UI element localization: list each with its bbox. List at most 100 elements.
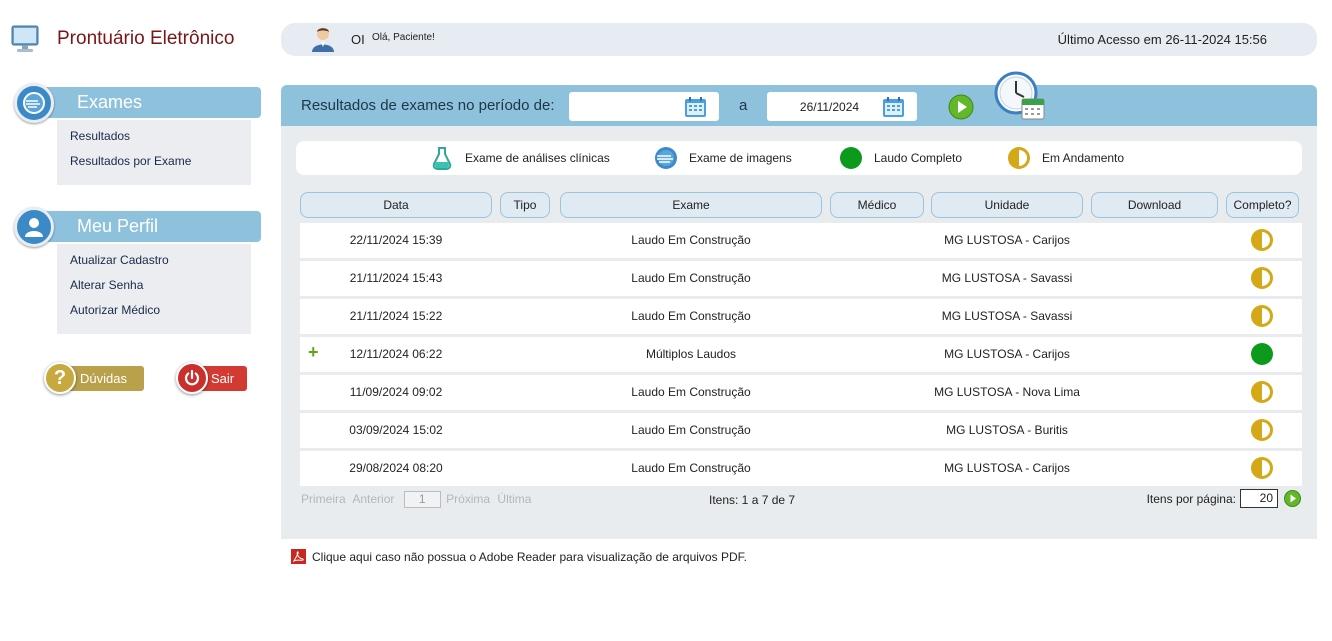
column-header-exame[interactable]: Exame bbox=[560, 192, 822, 218]
results-table-body: 22/11/2024 15:39 Laudo Em Construção MG … bbox=[300, 223, 1302, 489]
pager-first[interactable]: Primeira bbox=[301, 492, 346, 506]
pager-prev[interactable]: Anterior bbox=[352, 492, 394, 506]
period-label: Resultados de exames no período de: bbox=[301, 97, 555, 114]
row-date: 29/08/2024 08:20 bbox=[349, 461, 443, 475]
row-unit: MG LUSTOSA - Nova Lima bbox=[934, 385, 1080, 399]
menu-item-atualizar-cadastro[interactable]: Atualizar Cadastro bbox=[57, 250, 251, 275]
column-header-unidade[interactable]: Unidade bbox=[931, 192, 1083, 218]
legend-lab: Exame de análises clínicas bbox=[430, 141, 610, 175]
period-filter-bar: Resultados de exames no período de: a 26… bbox=[281, 71, 1317, 126]
table-row[interactable]: 11/09/2024 09:02 Laudo Em Construção MG … bbox=[300, 375, 1302, 410]
flask-icon bbox=[432, 147, 452, 170]
status-complete-icon bbox=[1251, 343, 1273, 365]
row-exam[interactable]: Múltiplos Laudos bbox=[560, 337, 822, 372]
menu-panel-perfil: Atualizar Cadastro Alterar Senha Autoriz… bbox=[57, 244, 251, 334]
row-date: 11/09/2024 09:02 bbox=[349, 385, 443, 399]
per-page-apply-button[interactable] bbox=[1284, 490, 1301, 507]
status-in-progress-icon bbox=[1251, 305, 1273, 327]
row-date: 21/11/2024 15:43 bbox=[349, 271, 443, 285]
status-in-progress-icon bbox=[1251, 229, 1273, 251]
row-exam[interactable]: Laudo Em Construção bbox=[560, 413, 822, 448]
clock-calendar-icon bbox=[994, 71, 1045, 120]
row-exam[interactable]: Laudo Em Construção bbox=[560, 299, 822, 334]
pdf-reader-notice[interactable]: Clique aqui caso não possua o Adobe Read… bbox=[291, 549, 747, 564]
legend-bar: Exame de análises clínicas Exame de imag… bbox=[296, 141, 1302, 175]
calendar-icon[interactable] bbox=[684, 96, 707, 118]
menu-item-resultados-por-exame[interactable]: Resultados por Exame bbox=[57, 151, 251, 176]
status-complete-icon bbox=[840, 147, 862, 169]
row-date: 21/11/2024 15:22 bbox=[349, 309, 443, 323]
legend-imaging-label: Exame de imagens bbox=[689, 151, 792, 165]
table-row[interactable]: 22/11/2024 15:39 Laudo Em Construção MG … bbox=[300, 223, 1302, 258]
calendar-icon[interactable] bbox=[882, 96, 905, 118]
status-in-progress-icon bbox=[1251, 457, 1273, 479]
status-in-progress-icon bbox=[1008, 147, 1030, 169]
power-icon bbox=[176, 362, 208, 394]
menu-item-alterar-senha[interactable]: Alterar Senha bbox=[57, 275, 251, 300]
exit-button[interactable]: Sair bbox=[176, 362, 248, 394]
column-header-download[interactable]: Download bbox=[1091, 192, 1218, 218]
monitor-icon bbox=[11, 25, 39, 52]
question-icon: ? bbox=[44, 362, 76, 394]
table-row[interactable]: 21/11/2024 15:22 Laudo Em Construção MG … bbox=[300, 299, 1302, 334]
row-unit: MG LUSTOSA - Carijos bbox=[944, 233, 1070, 247]
table-row[interactable]: + 12/11/2024 06:22 Múltiplos Laudos MG L… bbox=[300, 337, 1302, 372]
pdf-icon bbox=[291, 549, 306, 564]
row-unit: MG LUSTOSA - Carijos bbox=[944, 347, 1070, 361]
row-date: 03/09/2024 15:02 bbox=[349, 423, 443, 437]
last-access-label: Último Acesso em 26-11-2024 15:56 bbox=[1057, 32, 1267, 47]
table-row[interactable]: 29/08/2024 08:20 Laudo Em Construção MG … bbox=[300, 451, 1302, 486]
column-header-medico[interactable]: Médico bbox=[830, 192, 924, 218]
legend-complete: Laudo Completo bbox=[839, 141, 962, 175]
per-page-label: Itens por página: bbox=[1146, 491, 1236, 506]
column-header-tipo[interactable]: Tipo bbox=[500, 192, 550, 218]
greeting-label: OI bbox=[351, 32, 365, 47]
avatar-icon bbox=[312, 28, 334, 52]
pdf-reader-notice-text[interactable]: Clique aqui caso não possua o Adobe Read… bbox=[312, 550, 747, 564]
pager-last[interactable]: Última bbox=[497, 492, 531, 506]
pagination: Primeira Anterior 1 Próxima Última bbox=[301, 491, 535, 508]
end-date-field[interactable]: 26/11/2024 bbox=[767, 92, 917, 121]
row-exam[interactable]: Laudo Em Construção bbox=[560, 261, 822, 296]
end-date-value: 26/11/2024 bbox=[799, 100, 860, 114]
results-panel: Resultados de exames no período de: a 26… bbox=[281, 71, 1317, 539]
row-exam[interactable]: Laudo Em Construção bbox=[560, 451, 822, 486]
status-in-progress-icon bbox=[1251, 267, 1273, 289]
menu-title-exames: Exames bbox=[77, 92, 143, 112]
row-date: 22/11/2024 15:39 bbox=[349, 233, 443, 247]
legend-lab-label: Exame de análises clínicas bbox=[465, 151, 610, 165]
row-date: 12/11/2024 06:22 bbox=[349, 347, 443, 361]
exam-disc-icon bbox=[655, 147, 677, 169]
legend-in-progress-label: Em Andamento bbox=[1042, 151, 1125, 165]
play-search-button[interactable] bbox=[948, 94, 974, 120]
legend-in-progress: Em Andamento bbox=[1007, 141, 1124, 175]
user-icon bbox=[14, 207, 54, 247]
table-row[interactable]: 03/09/2024 15:02 Laudo Em Construção MG … bbox=[300, 413, 1302, 448]
menu-header-perfil[interactable]: Meu Perfil bbox=[14, 207, 261, 247]
start-date-field[interactable] bbox=[569, 92, 719, 121]
menu-panel-exames: Resultados Resultados por Exame bbox=[57, 120, 251, 185]
status-in-progress-icon bbox=[1251, 419, 1273, 441]
row-unit: MG LUSTOSA - Savassi bbox=[941, 309, 1073, 323]
pager-next[interactable]: Próxima bbox=[446, 492, 490, 506]
column-header-data[interactable]: Data bbox=[300, 192, 492, 218]
user-bar: OI Olá, Paciente! Último Acesso em 26-11… bbox=[281, 23, 1317, 56]
row-unit: MG LUSTOSA - Savassi bbox=[941, 271, 1073, 285]
column-header-completo[interactable]: Completo? bbox=[1226, 192, 1299, 218]
row-exam[interactable]: Laudo Em Construção bbox=[560, 223, 822, 258]
row-exam[interactable]: Laudo Em Construção bbox=[560, 375, 822, 410]
menu-item-autorizar-medico[interactable]: Autorizar Médico bbox=[57, 300, 251, 325]
per-page-input[interactable]: 20 bbox=[1240, 489, 1278, 508]
menu-header-exames[interactable]: Exames bbox=[14, 83, 261, 123]
pager-page-input[interactable]: 1 bbox=[403, 491, 441, 508]
app-brand: Prontuário Eletrônico bbox=[10, 22, 260, 56]
help-button[interactable]: Dúvidas ? bbox=[44, 362, 144, 394]
table-row[interactable]: 21/11/2024 15:43 Laudo Em Construção MG … bbox=[300, 261, 1302, 296]
app-title: Prontuário Eletrônico bbox=[57, 28, 235, 49]
hello-label: Olá, Paciente! bbox=[372, 32, 435, 43]
row-unit: MG LUSTOSA - Buritis bbox=[946, 423, 1068, 437]
menu-item-resultados[interactable]: Resultados bbox=[57, 126, 251, 151]
period-separator: a bbox=[739, 97, 748, 114]
items-info: Itens: 1 a 7 de 7 bbox=[709, 493, 796, 507]
row-unit: MG LUSTOSA - Carijos bbox=[944, 461, 1070, 475]
